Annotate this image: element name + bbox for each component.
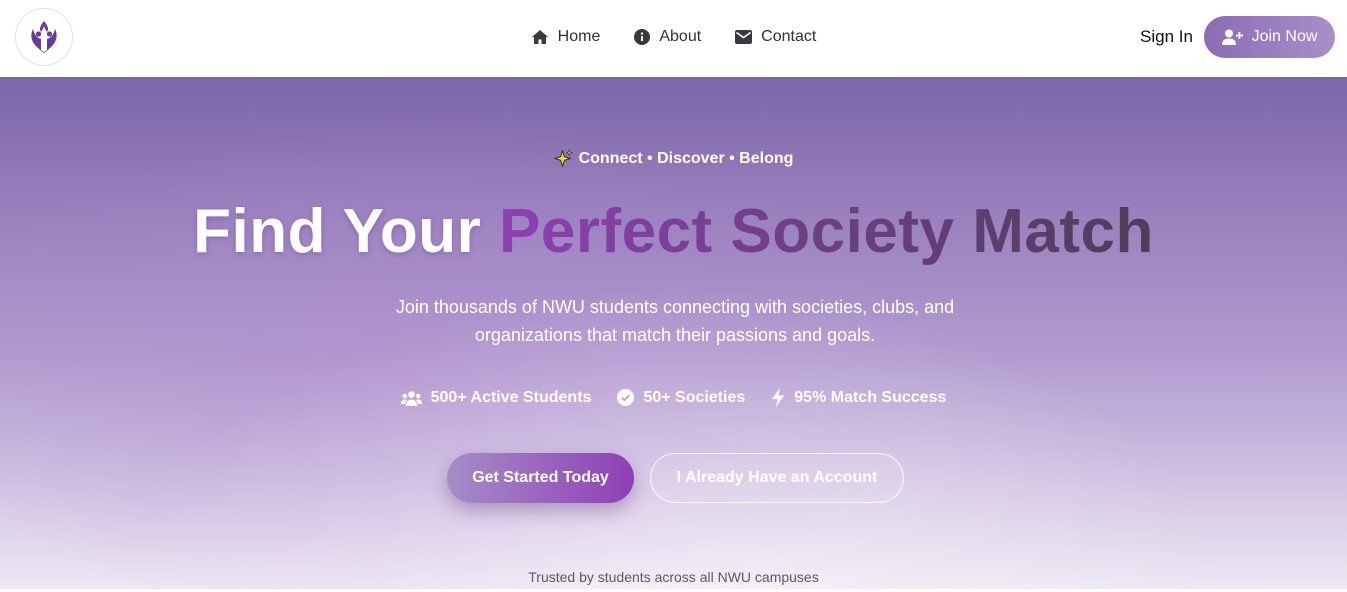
envelope-icon — [735, 30, 753, 44]
headline-plain: Find Your — [193, 197, 482, 266]
tagline-text: Connect • Discover • Belong — [578, 149, 794, 167]
stat-societies-label: 50+ Societies — [643, 388, 746, 406]
trusted-note: Trusted by students across all NWU campu… — [528, 569, 819, 585]
hero-tagline: Connect • Discover • Belong — [0, 149, 1347, 168]
nav-about-label: About — [659, 28, 702, 45]
sparkles-icon — [553, 149, 573, 168]
headline-highlight: Perfect Society Match — [498, 197, 1154, 266]
stat-students: 500+ Active Students — [400, 388, 592, 407]
nav-about[interactable]: About — [634, 28, 701, 46]
stat-students-label: 500+ Active Students — [430, 388, 592, 406]
user-plus-icon — [1221, 29, 1243, 45]
university-crest-icon — [31, 21, 57, 53]
sign-in-link[interactable]: Sign In — [1140, 27, 1193, 47]
nav-home[interactable]: Home — [531, 28, 601, 46]
join-now-button[interactable]: Join Now — [1204, 16, 1335, 58]
check-circle-icon — [617, 389, 635, 406]
info-icon — [634, 29, 651, 45]
top-navigation-bar: Home About Contact Sign In Join Now — [0, 0, 1347, 77]
existing-account-button[interactable]: I Already Have an Account — [650, 453, 904, 503]
home-icon — [531, 30, 548, 44]
get-started-button[interactable]: Get Started Today — [447, 453, 634, 503]
stat-match-label: 95% Match Success — [794, 388, 947, 406]
hero-stats: 500+ Active Students 50+ Societies 95% M… — [0, 388, 1347, 407]
nav-contact[interactable]: Contact — [735, 28, 816, 46]
hero-subtext: Join thousands of NWU students connectin… — [395, 297, 955, 345]
stat-match: 95% Match Success — [771, 388, 946, 407]
hero-headline: Find Your Perfect Society Match — [0, 193, 1347, 271]
join-now-label: Join Now — [1251, 28, 1318, 45]
nav-contact-label: Contact — [761, 28, 817, 45]
nav-home-label: Home — [557, 28, 601, 45]
bolt-icon — [772, 388, 785, 407]
logo[interactable] — [15, 8, 73, 66]
users-icon — [400, 390, 422, 406]
stat-societies: 50+ Societies — [617, 389, 745, 407]
hero-section: Connect • Discover • Belong Find Your Pe… — [0, 77, 1347, 589]
